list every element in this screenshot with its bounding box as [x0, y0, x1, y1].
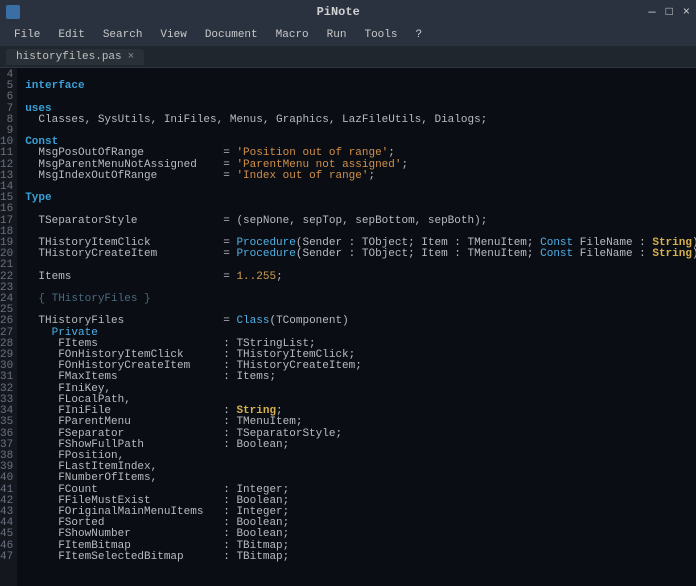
menu-document[interactable]: Document [197, 27, 266, 43]
titlebar: PiNote — □ × [0, 0, 696, 24]
maximize-button[interactable]: □ [666, 5, 673, 19]
line-gutter: 4 5 6 7 8 9 10 11 12 13 14 15 16 17 18 1… [0, 68, 17, 586]
minimize-button[interactable]: — [648, 5, 655, 19]
tab-historyfiles[interactable]: historyfiles.pas × [6, 49, 144, 65]
editor[interactable]: 4 5 6 7 8 9 10 11 12 13 14 15 16 17 18 1… [0, 68, 696, 586]
tab-close-icon[interactable]: × [128, 51, 135, 63]
menu-run[interactable]: Run [319, 27, 355, 43]
menu-tools[interactable]: Tools [356, 27, 405, 43]
tabbar: historyfiles.pas × [0, 46, 696, 68]
close-button[interactable]: × [683, 5, 690, 19]
menu-view[interactable]: View [152, 27, 194, 43]
window-buttons: — □ × [648, 5, 690, 19]
code-area[interactable]: interface uses Classes, SysUtils, IniFil… [17, 68, 696, 586]
menu-search[interactable]: Search [95, 27, 151, 43]
menu-edit[interactable]: Edit [50, 27, 92, 43]
app-icon [6, 5, 20, 19]
app-title: PiNote [28, 5, 648, 19]
menubar: File Edit Search View Document Macro Run… [0, 24, 696, 46]
tab-label: historyfiles.pas [16, 51, 122, 63]
menu-macro[interactable]: Macro [268, 27, 317, 43]
menu-help[interactable]: ? [407, 27, 430, 43]
menu-file[interactable]: File [6, 27, 48, 43]
